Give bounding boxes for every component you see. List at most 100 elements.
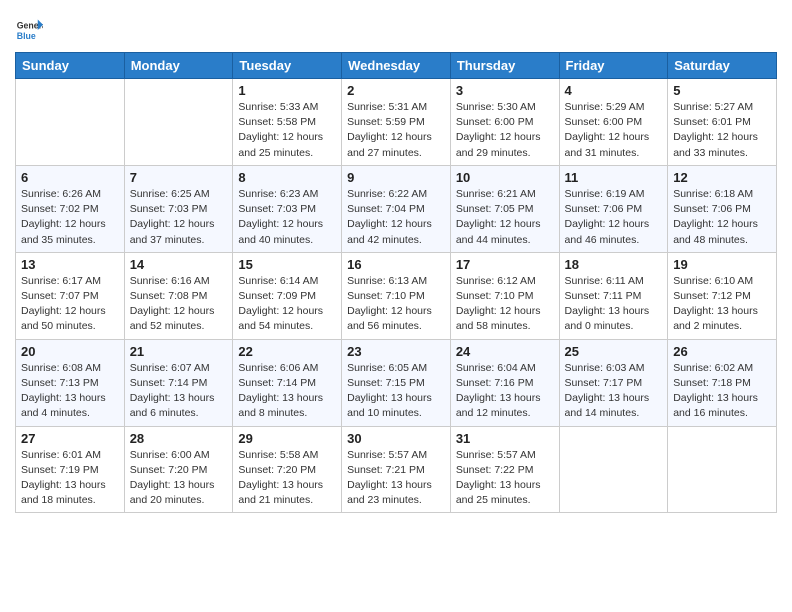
day-number: 3 — [456, 83, 554, 98]
day-cell: 4 Sunrise: 5:29 AM Sunset: 6:00 PM Daylig… — [559, 79, 668, 166]
day-info: Sunrise: 6:02 AM Sunset: 7:18 PM Dayligh… — [673, 361, 771, 422]
day-number: 6 — [21, 170, 119, 185]
week-row-2: 6 Sunrise: 6:26 AM Sunset: 7:02 PM Daylig… — [16, 165, 777, 252]
logo-icon: General Blue — [15, 16, 43, 44]
day-cell: 6 Sunrise: 6:26 AM Sunset: 7:02 PM Daylig… — [16, 165, 125, 252]
day-number: 2 — [347, 83, 445, 98]
day-info: Sunrise: 6:18 AM Sunset: 7:06 PM Dayligh… — [673, 187, 771, 248]
day-number: 14 — [130, 257, 228, 272]
day-info: Sunrise: 6:19 AM Sunset: 7:06 PM Dayligh… — [565, 187, 663, 248]
calendar-table: SundayMondayTuesdayWednesdayThursdayFrid… — [15, 52, 777, 513]
week-row-5: 27 Sunrise: 6:01 AM Sunset: 7:19 PM Dayli… — [16, 426, 777, 513]
day-cell: 19 Sunrise: 6:10 AM Sunset: 7:12 PM Dayli… — [668, 252, 777, 339]
day-cell: 27 Sunrise: 6:01 AM Sunset: 7:19 PM Dayli… — [16, 426, 125, 513]
day-number: 10 — [456, 170, 554, 185]
day-number: 9 — [347, 170, 445, 185]
day-info: Sunrise: 5:57 AM Sunset: 7:22 PM Dayligh… — [456, 448, 554, 509]
header: General Blue — [15, 10, 777, 44]
day-number: 8 — [238, 170, 336, 185]
day-number: 4 — [565, 83, 663, 98]
day-number: 7 — [130, 170, 228, 185]
day-number: 24 — [456, 344, 554, 359]
col-header-tuesday: Tuesday — [233, 53, 342, 79]
day-info: Sunrise: 5:57 AM Sunset: 7:21 PM Dayligh… — [347, 448, 445, 509]
day-number: 19 — [673, 257, 771, 272]
day-cell: 16Sunrise: 6:13 AM Sunset: 7:10 PM Dayli… — [342, 252, 451, 339]
day-info: Sunrise: 5:33 AM Sunset: 5:58 PM Dayligh… — [238, 100, 336, 161]
day-cell: 7 Sunrise: 6:25 AM Sunset: 7:03 PM Daylig… — [124, 165, 233, 252]
day-cell: 20 Sunrise: 6:08 AM Sunset: 7:13 PM Dayli… — [16, 339, 125, 426]
day-info: Sunrise: 5:29 AM Sunset: 6:00 PM Dayligh… — [565, 100, 663, 161]
col-header-thursday: Thursday — [450, 53, 559, 79]
day-info: Sunrise: 6:06 AM Sunset: 7:14 PM Dayligh… — [238, 361, 336, 422]
day-number: 12 — [673, 170, 771, 185]
col-header-monday: Monday — [124, 53, 233, 79]
col-header-saturday: Saturday — [668, 53, 777, 79]
week-row-1: 1 Sunrise: 5:33 AM Sunset: 5:58 PM Daylig… — [16, 79, 777, 166]
day-info: Sunrise: 6:08 AM Sunset: 7:13 PM Dayligh… — [21, 361, 119, 422]
day-info: Sunrise: 5:27 AM Sunset: 6:01 PM Dayligh… — [673, 100, 771, 161]
day-cell: 31 Sunrise: 5:57 AM Sunset: 7:22 PM Dayli… — [450, 426, 559, 513]
day-number: 28 — [130, 431, 228, 446]
day-cell: 24 Sunrise: 6:04 AM Sunset: 7:16 PM Dayli… — [450, 339, 559, 426]
day-cell: 5Sunrise: 5:27 AM Sunset: 6:01 PM Daylig… — [668, 79, 777, 166]
day-number: 16 — [347, 257, 445, 272]
day-cell: 8Sunrise: 6:23 AM Sunset: 7:03 PM Daylig… — [233, 165, 342, 252]
day-info: Sunrise: 6:26 AM Sunset: 7:02 PM Dayligh… — [21, 187, 119, 248]
day-cell — [124, 79, 233, 166]
day-cell: 3Sunrise: 5:30 AM Sunset: 6:00 PM Daylig… — [450, 79, 559, 166]
day-info: Sunrise: 5:31 AM Sunset: 5:59 PM Dayligh… — [347, 100, 445, 161]
calendar-body: 1 Sunrise: 5:33 AM Sunset: 5:58 PM Daylig… — [16, 79, 777, 513]
day-cell: 30 Sunrise: 5:57 AM Sunset: 7:21 PM Dayli… — [342, 426, 451, 513]
day-info: Sunrise: 6:12 AM Sunset: 7:10 PM Dayligh… — [456, 274, 554, 335]
day-info: Sunrise: 6:03 AM Sunset: 7:17 PM Dayligh… — [565, 361, 663, 422]
day-cell: 25 Sunrise: 6:03 AM Sunset: 7:17 PM Dayli… — [559, 339, 668, 426]
day-info: Sunrise: 5:58 AM Sunset: 7:20 PM Dayligh… — [238, 448, 336, 509]
day-info: Sunrise: 6:07 AM Sunset: 7:14 PM Dayligh… — [130, 361, 228, 422]
day-info: Sunrise: 6:04 AM Sunset: 7:16 PM Dayligh… — [456, 361, 554, 422]
days-of-week-row: SundayMondayTuesdayWednesdayThursdayFrid… — [16, 53, 777, 79]
day-cell: 1 Sunrise: 5:33 AM Sunset: 5:58 PM Daylig… — [233, 79, 342, 166]
day-number: 22 — [238, 344, 336, 359]
day-number: 23 — [347, 344, 445, 359]
week-row-4: 20 Sunrise: 6:08 AM Sunset: 7:13 PM Dayli… — [16, 339, 777, 426]
day-cell: 17 Sunrise: 6:12 AM Sunset: 7:10 PM Dayli… — [450, 252, 559, 339]
day-number: 27 — [21, 431, 119, 446]
svg-text:Blue: Blue — [17, 31, 36, 41]
day-number: 18 — [565, 257, 663, 272]
col-header-friday: Friday — [559, 53, 668, 79]
day-number: 20 — [21, 344, 119, 359]
day-info: Sunrise: 6:05 AM Sunset: 7:15 PM Dayligh… — [347, 361, 445, 422]
day-number: 11 — [565, 170, 663, 185]
day-cell: 28Sunrise: 6:00 AM Sunset: 7:20 PM Dayli… — [124, 426, 233, 513]
day-info: Sunrise: 6:16 AM Sunset: 7:08 PM Dayligh… — [130, 274, 228, 335]
day-info: Sunrise: 6:10 AM Sunset: 7:12 PM Dayligh… — [673, 274, 771, 335]
day-cell: 15Sunrise: 6:14 AM Sunset: 7:09 PM Dayli… — [233, 252, 342, 339]
col-header-sunday: Sunday — [16, 53, 125, 79]
day-cell: 12 Sunrise: 6:18 AM Sunset: 7:06 PM Dayli… — [668, 165, 777, 252]
day-number: 17 — [456, 257, 554, 272]
day-cell: 14 Sunrise: 6:16 AM Sunset: 7:08 PM Dayli… — [124, 252, 233, 339]
day-cell: 29 Sunrise: 5:58 AM Sunset: 7:20 PM Dayli… — [233, 426, 342, 513]
day-cell: 11 Sunrise: 6:19 AM Sunset: 7:06 PM Dayli… — [559, 165, 668, 252]
week-row-3: 13 Sunrise: 6:17 AM Sunset: 7:07 PM Dayli… — [16, 252, 777, 339]
day-cell: 22 Sunrise: 6:06 AM Sunset: 7:14 PM Dayli… — [233, 339, 342, 426]
day-number: 31 — [456, 431, 554, 446]
day-info: Sunrise: 6:01 AM Sunset: 7:19 PM Dayligh… — [21, 448, 119, 509]
day-info: Sunrise: 6:25 AM Sunset: 7:03 PM Dayligh… — [130, 187, 228, 248]
day-number: 30 — [347, 431, 445, 446]
day-number: 29 — [238, 431, 336, 446]
day-cell: 9Sunrise: 6:22 AM Sunset: 7:04 PM Daylig… — [342, 165, 451, 252]
day-number: 13 — [21, 257, 119, 272]
day-cell: 26 Sunrise: 6:02 AM Sunset: 7:18 PM Dayli… — [668, 339, 777, 426]
day-number: 1 — [238, 83, 336, 98]
day-number: 26 — [673, 344, 771, 359]
day-number: 25 — [565, 344, 663, 359]
day-number: 15 — [238, 257, 336, 272]
day-cell: 21 Sunrise: 6:07 AM Sunset: 7:14 PM Dayli… — [124, 339, 233, 426]
day-cell — [668, 426, 777, 513]
day-info: Sunrise: 6:17 AM Sunset: 7:07 PM Dayligh… — [21, 274, 119, 335]
day-number: 21 — [130, 344, 228, 359]
day-info: Sunrise: 6:11 AM Sunset: 7:11 PM Dayligh… — [565, 274, 663, 335]
day-cell — [559, 426, 668, 513]
